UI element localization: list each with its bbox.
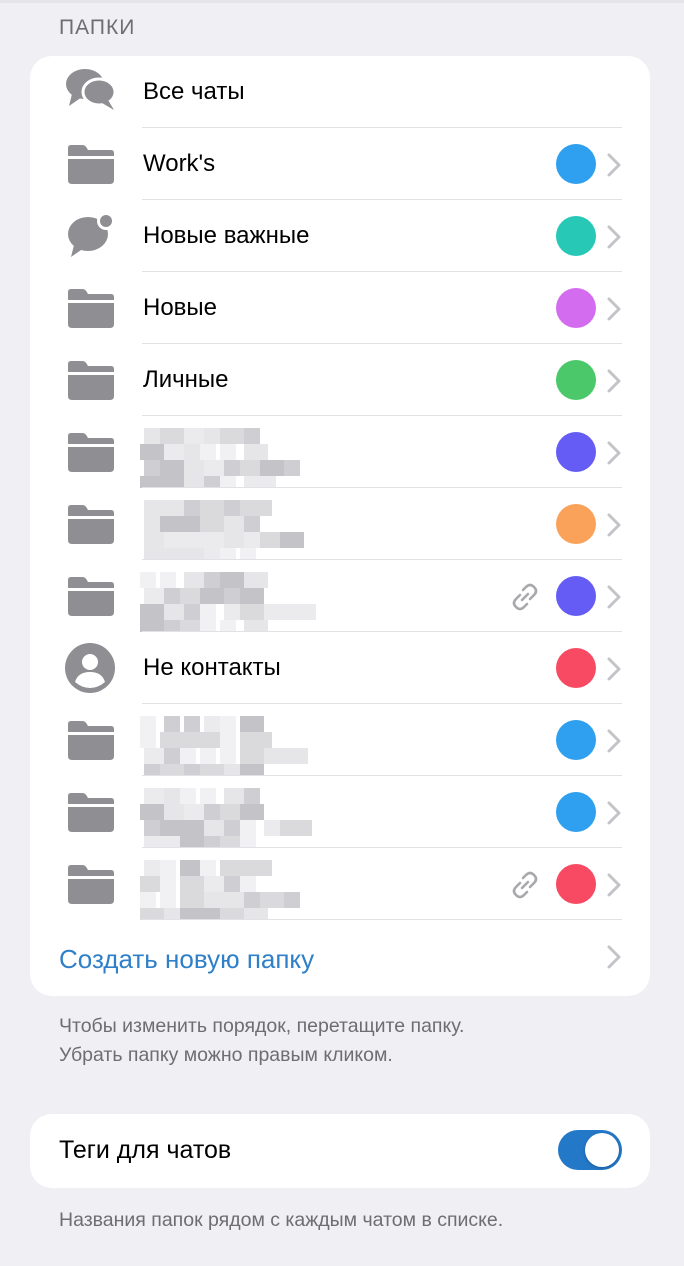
chevron-right-icon [607,945,621,969]
folder-icon [64,430,118,474]
tags-toggle[interactable] [558,1130,622,1170]
folder-label: Новые [143,294,218,321]
folder-row[interactable] [30,488,650,560]
chevron-right-icon [607,729,621,753]
tags-hint: Названия папок рядом с каждым чатом в сп… [59,1209,504,1231]
folder-icon [64,286,118,330]
folder-label: Новые важные [143,222,310,249]
folder-color-dot [556,432,596,472]
chat-bubbles-icon [64,69,118,114]
reorder-hint-line2: Убрать папку можно правым кликом. [59,1044,393,1066]
blurred-label [140,572,316,632]
link-icon [512,871,538,899]
folder-color-dot [556,144,596,184]
create-folder-label: Создать новую папку [59,944,315,974]
folder-row[interactable] [30,848,650,920]
folder-icon [64,790,118,834]
folder-color-dot [556,504,596,544]
folder-icon [64,574,118,618]
blurred-label [140,788,312,848]
folder-color-dot [556,720,596,760]
folder-label: Все чаты [143,78,245,105]
folder-row[interactable]: Личные [30,344,650,416]
chevron-right-icon [607,369,621,393]
folder-label: Work's [143,150,216,177]
top-divider [0,0,684,3]
chevron-right-icon [607,657,621,681]
blurred-label [140,716,308,776]
folder-color-dot [556,648,596,688]
tags-setting: Теги для чатов [30,1114,650,1188]
folder-row[interactable] [30,416,650,488]
folder-color-dot [556,576,596,616]
create-folder-button[interactable]: Создать новую папку [30,920,650,996]
folder-icon [64,502,118,546]
folder-row[interactable]: Все чаты [30,56,650,128]
folder-color-dot [556,360,596,400]
blurred-label [140,428,300,488]
chat-badge-icon [64,212,118,258]
link-icon [512,583,538,611]
folder-color-dot [556,792,596,832]
reorder-hint-line1: Чтобы изменить порядок, перетащите папку… [59,1015,465,1037]
chevron-right-icon [607,153,621,177]
blurred-label [144,500,304,560]
blurred-label [140,860,300,920]
folder-icon [64,142,118,186]
folder-icon [64,862,118,906]
chevron-right-icon [607,801,621,825]
chevron-right-icon [607,297,621,321]
folder-row[interactable]: Новые важные [30,200,650,272]
person-circle-icon [64,643,118,693]
tags-label: Теги для чатов [59,1136,232,1164]
folder-row[interactable] [30,704,650,776]
folder-color-dot [556,216,596,256]
folder-row[interactable]: Не контакты [30,632,650,704]
folder-label: Не контакты [143,654,281,681]
toggle-knob [585,1133,619,1167]
folder-row[interactable]: Work's [30,128,650,200]
folder-icon [64,358,118,402]
folder-color-dot [556,864,596,904]
chevron-right-icon [607,513,621,537]
folder-label: Личные [143,366,229,393]
folder-color-dot [556,288,596,328]
folder-icon [64,718,118,762]
folders-list: Все чаты Work's Новые важные Новые Личные Не … [30,56,650,996]
folder-row[interactable] [30,776,650,848]
reorder-hint: Чтобы изменить порядок, перетащите папку… [59,1012,464,1070]
folder-row[interactable]: Новые [30,272,650,344]
section-title: ПАПКИ [59,16,136,39]
chevron-right-icon [607,441,621,465]
chevron-right-icon [607,585,621,609]
folder-row[interactable] [30,560,650,632]
chevron-right-icon [607,873,621,897]
chevron-right-icon [607,225,621,249]
